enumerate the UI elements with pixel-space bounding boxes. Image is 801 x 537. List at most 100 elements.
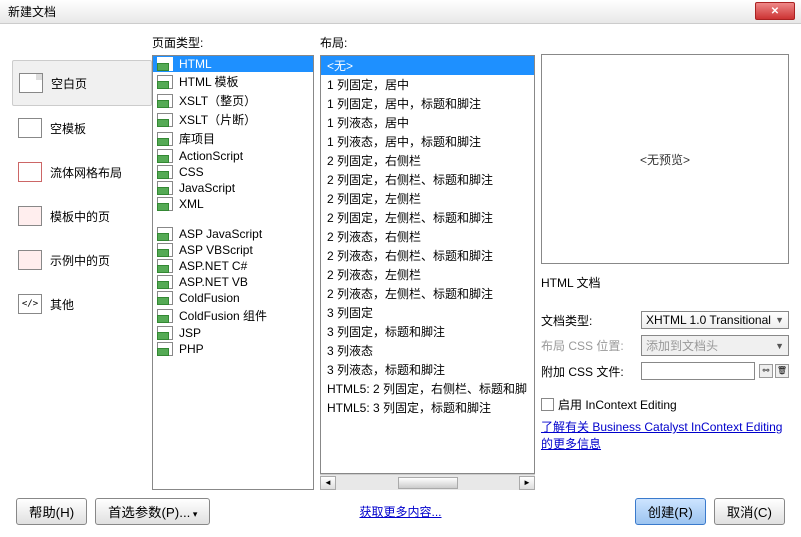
- layout-item[interactable]: 1 列液态，居中: [321, 113, 534, 132]
- layout-item[interactable]: 3 列液态: [321, 341, 534, 360]
- fluid-grid-icon: [18, 162, 42, 182]
- csspos-label: 布局 CSS 位置:: [541, 337, 641, 354]
- layout-item[interactable]: 1 列液态，居中，标题和脚注: [321, 132, 534, 151]
- page-type-item[interactable]: JavaScript: [153, 180, 313, 196]
- doctype-label: 文档类型:: [541, 312, 641, 329]
- page-type-item[interactable]: ASP.NET VB: [153, 274, 313, 290]
- footer: 帮助(H) 首选参数(P)... 获取更多内容... 创建(R) 取消(C): [0, 494, 801, 528]
- sidebar-item-page-in-template[interactable]: 模板中的页: [12, 194, 152, 238]
- file-type-icon: [157, 57, 173, 71]
- sidebar-item-blank-template[interactable]: 空模板: [12, 106, 152, 150]
- layout-item[interactable]: 2 列固定，左侧栏: [321, 189, 534, 208]
- scroll-right-icon[interactable]: ►: [519, 476, 535, 490]
- other-icon: </>: [18, 294, 42, 314]
- get-more-link[interactable]: 获取更多内容...: [359, 503, 441, 520]
- page-type-item[interactable]: ColdFusion: [153, 290, 313, 306]
- page-type-list[interactable]: HTMLHTML 模板XSLT（整页）XSLT（片断）库项目ActionScri…: [152, 55, 314, 490]
- page-type-item[interactable]: PHP: [153, 341, 313, 357]
- layout-item[interactable]: 1 列固定，居中，标题和脚注: [321, 94, 534, 113]
- sidebar-item-fluid-grid[interactable]: 流体网格布局: [12, 150, 152, 194]
- page-type-item[interactable]: ColdFusion 组件: [153, 306, 313, 325]
- file-type-icon: [157, 197, 173, 211]
- layout-scrollbar-horizontal[interactable]: ◄ ►: [320, 474, 535, 490]
- layout-item[interactable]: 2 列固定，右侧栏、标题和脚注: [321, 170, 534, 189]
- page-type-item[interactable]: ASP JavaScript: [153, 226, 313, 242]
- page-type-item[interactable]: ASP VBScript: [153, 242, 313, 258]
- file-type-icon: [157, 243, 173, 257]
- blank-page-icon: [19, 73, 43, 93]
- page-in-template-icon: [18, 206, 42, 226]
- file-type-icon: [157, 132, 173, 146]
- page-type-header: 页面类型:: [152, 34, 314, 55]
- layout-column: 布局: <无>1 列固定，居中1 列固定，居中，标题和脚注1 列液态，居中1 列…: [320, 34, 535, 490]
- page-type-label: XSLT（片断）: [179, 111, 256, 128]
- file-type-icon: [157, 342, 173, 356]
- chevron-down-icon: ▼: [775, 341, 784, 351]
- layout-item[interactable]: 2 列液态，右侧栏、标题和脚注: [321, 246, 534, 265]
- layout-item[interactable]: 2 列液态，左侧栏、标题和脚注: [321, 284, 534, 303]
- page-in-sample-icon: [18, 250, 42, 270]
- page-type-item[interactable]: HTML: [153, 56, 313, 72]
- layout-item[interactable]: 2 列液态，右侧栏: [321, 227, 534, 246]
- close-button[interactable]: ✕: [755, 2, 795, 20]
- page-type-item[interactable]: CSS: [153, 164, 313, 180]
- preview-description: HTML 文档: [541, 274, 789, 291]
- doctype-row: 文档类型: XHTML 1.0 Transitional ▼: [541, 311, 789, 329]
- layout-item[interactable]: 3 列液态，标题和脚注: [321, 360, 534, 379]
- layout-list[interactable]: <无>1 列固定，居中1 列固定，居中，标题和脚注1 列液态，居中1 列液态，居…: [320, 55, 535, 474]
- page-type-label: JSP: [179, 326, 201, 340]
- csspos-value: 添加到文档头: [646, 337, 718, 354]
- create-button[interactable]: 创建(R): [635, 498, 706, 525]
- page-type-label: ActionScript: [179, 149, 243, 163]
- page-type-label: XML: [179, 197, 204, 211]
- layout-item[interactable]: 1 列固定，居中: [321, 75, 534, 94]
- scroll-thumb[interactable]: [398, 477, 458, 489]
- layout-item[interactable]: 3 列固定: [321, 303, 534, 322]
- preview-empty-text: <无预览>: [640, 151, 690, 168]
- csspos-select: 添加到文档头 ▼: [641, 335, 789, 356]
- sidebar-item-page-in-sample[interactable]: 示例中的页: [12, 238, 152, 282]
- incontext-checkbox[interactable]: [541, 398, 554, 411]
- file-type-icon: [157, 165, 173, 179]
- attach-css-input[interactable]: [641, 362, 755, 380]
- page-type-item[interactable]: JSP: [153, 325, 313, 341]
- cancel-button[interactable]: 取消(C): [714, 498, 785, 525]
- link-icon[interactable]: ⚯: [759, 364, 773, 378]
- layout-item[interactable]: HTML5: 3 列固定，标题和脚注: [321, 398, 534, 417]
- layout-header: 布局:: [320, 34, 535, 55]
- page-type-item[interactable]: XSLT（整页）: [153, 91, 313, 110]
- file-type-icon: [157, 326, 173, 340]
- blank-template-icon: [18, 118, 42, 138]
- help-button[interactable]: 帮助(H): [16, 498, 87, 525]
- sidebar: 空白页 空模板 流体网格布局 模板中的页 示例中的页 </> 其他: [12, 34, 152, 490]
- doctype-select[interactable]: XHTML 1.0 Transitional ▼: [641, 311, 789, 329]
- right-panel: <无预览> HTML 文档 文档类型: XHTML 1.0 Transition…: [541, 34, 789, 490]
- page-type-item[interactable]: HTML 模板: [153, 72, 313, 91]
- sidebar-item-label: 示例中的页: [50, 252, 110, 269]
- doctype-value: XHTML 1.0 Transitional: [646, 313, 771, 327]
- layout-item[interactable]: HTML5: 2 列固定，右侧栏、标题和脚: [321, 379, 534, 398]
- sidebar-item-other[interactable]: </> 其他: [12, 282, 152, 326]
- trash-icon[interactable]: 🗑: [775, 364, 789, 378]
- titlebar: 新建文档 ✕: [0, 0, 801, 24]
- layout-item[interactable]: 2 列固定，左侧栏、标题和脚注: [321, 208, 534, 227]
- page-type-column: 页面类型: HTMLHTML 模板XSLT（整页）XSLT（片断）库项目Acti…: [152, 34, 314, 490]
- layout-item[interactable]: 2 列液态，左侧栏: [321, 265, 534, 284]
- attach-css-label: 附加 CSS 文件:: [541, 363, 641, 380]
- layout-item[interactable]: <无>: [321, 56, 534, 75]
- page-type-item[interactable]: ActionScript: [153, 148, 313, 164]
- page-type-item[interactable]: XSLT（片断）: [153, 110, 313, 129]
- file-type-icon: [157, 75, 173, 89]
- layout-item[interactable]: 2 列固定，右侧栏: [321, 151, 534, 170]
- sidebar-item-blank-page[interactable]: 空白页: [12, 60, 152, 106]
- layout-item[interactable]: 3 列固定，标题和脚注: [321, 322, 534, 341]
- page-type-item[interactable]: XML: [153, 196, 313, 212]
- page-type-label: JavaScript: [179, 181, 235, 195]
- sidebar-item-label: 流体网格布局: [50, 164, 122, 181]
- scroll-left-icon[interactable]: ◄: [320, 476, 336, 490]
- preferences-button[interactable]: 首选参数(P)...: [95, 498, 210, 525]
- page-type-item[interactable]: ASP.NET C#: [153, 258, 313, 274]
- page-type-item[interactable]: 库项目: [153, 129, 313, 148]
- file-type-icon: [157, 291, 173, 305]
- incontext-link[interactable]: 了解有关 Business Catalyst InContext Editing…: [541, 419, 789, 453]
